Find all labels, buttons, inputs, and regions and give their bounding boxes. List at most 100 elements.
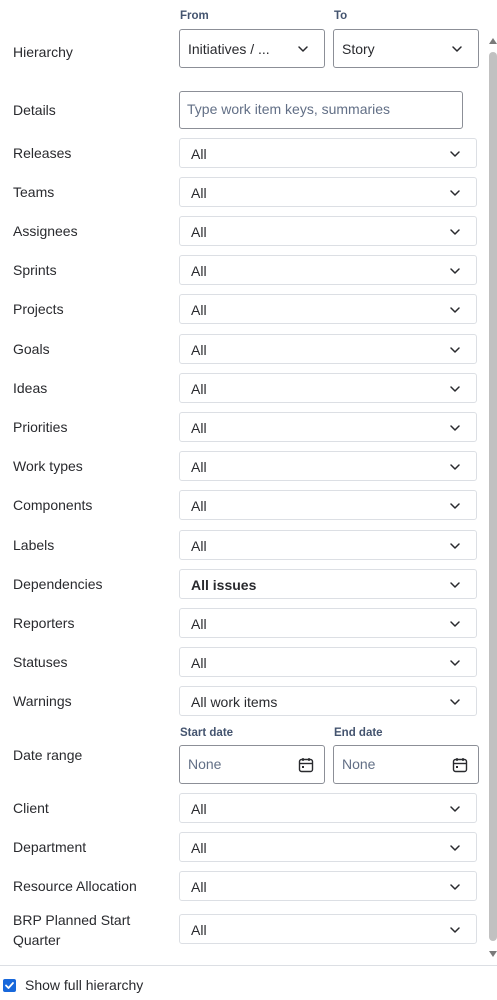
filter-label-warnings: Warnings: [13, 693, 72, 709]
teams-value: All: [191, 185, 207, 201]
goals-select[interactable]: All: [179, 334, 477, 364]
filter-label-department: Department: [13, 839, 87, 855]
hierarchy-to-value: Story: [342, 41, 375, 57]
ideas-select[interactable]: All: [179, 373, 477, 403]
end-date-label: End date: [334, 727, 383, 739]
department-select[interactable]: All: [179, 832, 477, 862]
client-select[interactable]: All: [179, 793, 477, 823]
details-placeholder: Type work item keys, summaries: [187, 101, 391, 117]
chevron-down-icon: [450, 190, 460, 196]
end-date-placeholder: None: [342, 756, 376, 772]
chevron-down-icon: [450, 503, 460, 509]
filter-label-releases: Releases: [13, 145, 72, 161]
releases-select[interactable]: All: [179, 138, 477, 168]
projects-select[interactable]: All: [179, 294, 477, 324]
brp-planned-start-quarter-value: All: [191, 922, 207, 938]
chevron-down-icon: [450, 151, 460, 157]
dependencies-select[interactable]: All issues: [179, 569, 477, 599]
filter-label-assignees: Assignees: [13, 223, 78, 239]
chevron-down-icon: [450, 927, 460, 933]
filter-label-goals: Goals: [13, 341, 50, 357]
hierarchy-from-value: Initiatives / ...: [188, 41, 270, 57]
ideas-value: All: [191, 381, 207, 397]
chevron-down-icon: [452, 46, 462, 52]
filter-label-brp-planned-start-quarter-line2: Quarter: [13, 932, 61, 948]
hierarchy-to-select[interactable]: Story: [333, 29, 479, 68]
reporters-select[interactable]: All: [179, 608, 477, 638]
sprints-select[interactable]: All: [179, 255, 477, 285]
sprints-value: All: [191, 263, 207, 279]
resource-allocation-value: All: [191, 879, 207, 895]
client-value: All: [191, 801, 207, 817]
chevron-down-icon: [450, 347, 460, 353]
chevron-down-icon: [450, 268, 460, 274]
hierarchy-label: Hierarchy: [13, 44, 73, 60]
work-types-value: All: [191, 459, 207, 475]
components-select[interactable]: All: [179, 490, 477, 520]
priorities-select[interactable]: All: [179, 412, 477, 442]
start-date-placeholder: None: [188, 756, 222, 772]
filter-label-statuses: Statuses: [13, 654, 68, 670]
department-value: All: [191, 840, 207, 856]
warnings-value: All work items: [191, 694, 278, 710]
chevron-down-icon: [298, 46, 308, 52]
projects-value: All: [191, 302, 207, 318]
details-input[interactable]: Type work item keys, summaries: [179, 91, 463, 129]
chevron-down-icon: [450, 660, 460, 666]
filter-label-sprints: Sprints: [13, 262, 57, 278]
start-date-label: Start date: [180, 727, 234, 739]
chevron-down-icon: [450, 543, 460, 549]
chevron-down-icon: [450, 386, 460, 392]
dependencies-value: All issues: [191, 577, 257, 593]
labels-select[interactable]: All: [179, 530, 477, 560]
show-full-hierarchy-checkbox[interactable]: [3, 979, 16, 992]
scrollbar-thumb[interactable]: [489, 52, 497, 941]
statuses-select[interactable]: All: [179, 647, 477, 677]
resource-allocation-select[interactable]: All: [179, 871, 477, 901]
hierarchy-from-select[interactable]: Initiatives / ...: [179, 29, 325, 68]
filter-label-projects: Projects: [13, 301, 64, 317]
chevron-down-icon: [450, 884, 460, 890]
end-date-picker[interactable]: None: [333, 745, 479, 784]
filter-label-priorities: Priorities: [13, 419, 68, 435]
chevron-down-icon: [450, 307, 460, 313]
from-label: From: [180, 10, 209, 22]
assignees-select[interactable]: All: [179, 216, 477, 246]
chevron-down-icon: [450, 699, 460, 705]
details-label: Details: [13, 102, 56, 118]
labels-value: All: [191, 538, 207, 554]
filter-label-resource-allocation: Resource Allocation: [13, 878, 137, 894]
filter-label-dependencies: Dependencies: [13, 576, 103, 592]
filter-label-components: Components: [13, 497, 93, 513]
reporters-value: All: [191, 616, 207, 632]
footer: Show full hierarchy: [0, 965, 497, 1000]
chevron-down-icon: [450, 425, 460, 431]
brp-planned-start-quarter-select[interactable]: All: [179, 914, 477, 944]
filter-label-brp-planned-start-quarter-line1: BRP Planned Start: [13, 912, 131, 928]
priorities-value: All: [191, 420, 207, 436]
chevron-down-icon: [450, 806, 460, 812]
filter-label-ideas: Ideas: [13, 380, 48, 396]
filter-label-teams: Teams: [13, 184, 55, 200]
scroll-up-arrow[interactable]: [489, 38, 497, 44]
checkmark-icon: [5, 982, 14, 989]
filter-label-labels: Labels: [13, 537, 55, 553]
scroll-down-arrow[interactable]: [489, 951, 497, 957]
date-range-label: Date range: [13, 747, 83, 763]
teams-select[interactable]: All: [179, 177, 477, 207]
filter-label-reporters: Reporters: [13, 615, 75, 631]
chevron-down-icon: [450, 845, 460, 851]
filter-label-work-types: Work types: [13, 458, 83, 474]
assignees-value: All: [191, 224, 207, 240]
calendar-icon[interactable]: [298, 757, 314, 773]
calendar-icon[interactable]: [452, 757, 468, 773]
statuses-value: All: [191, 655, 207, 671]
chevron-down-icon: [450, 229, 460, 235]
filter-label-client: Client: [13, 800, 49, 816]
show-full-hierarchy-label[interactable]: Show full hierarchy: [25, 977, 143, 993]
start-date-picker[interactable]: None: [179, 745, 325, 784]
chevron-down-icon: [450, 621, 460, 627]
work-types-select[interactable]: All: [179, 451, 477, 481]
components-value: All: [191, 498, 207, 514]
warnings-select[interactable]: All work items: [179, 686, 477, 716]
